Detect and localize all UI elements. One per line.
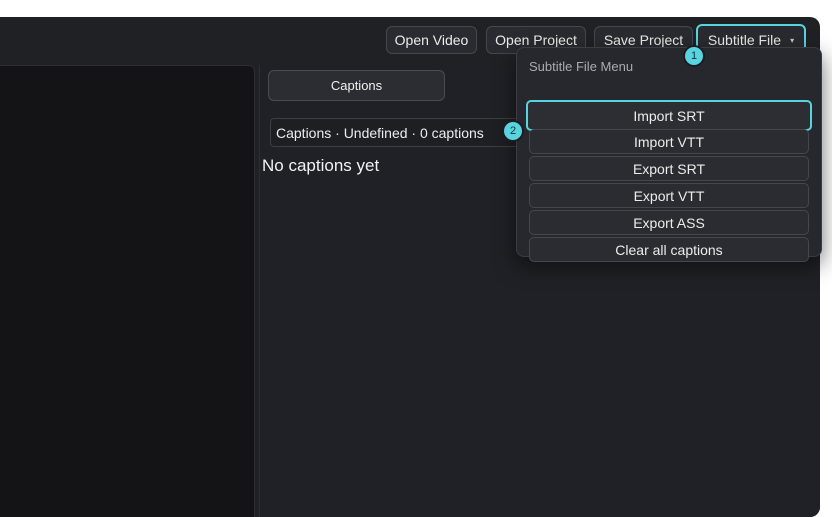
export-ass-item[interactable]: Export ASS (529, 210, 809, 235)
open-video-button[interactable]: Open Video (386, 26, 477, 54)
step-marker-2: 2 (504, 122, 522, 140)
step-marker-1: 1 (685, 47, 703, 65)
export-vtt-item[interactable]: Export VTT (529, 183, 809, 208)
import-srt-item[interactable]: Import SRT (526, 100, 812, 131)
caption-track-select[interactable]: Captions · Undefined · 0 captions (270, 118, 520, 147)
subtitle-file-menu: Subtitle File Menu Import SRT Import VTT… (516, 47, 822, 262)
menu-title: Subtitle File Menu (529, 59, 634, 74)
export-srt-item[interactable]: Export SRT (529, 156, 809, 181)
import-vtt-item[interactable]: Import VTT (529, 129, 809, 154)
empty-captions-message: No captions yet (262, 156, 380, 175)
tab-captions[interactable]: Captions (268, 70, 445, 101)
clear-all-captions-item[interactable]: Clear all captions (529, 237, 809, 262)
video-preview-pane (0, 65, 255, 517)
chevron-down-icon: ▾ (790, 35, 795, 45)
subtitle-file-label: Subtitle File (707, 32, 782, 48)
